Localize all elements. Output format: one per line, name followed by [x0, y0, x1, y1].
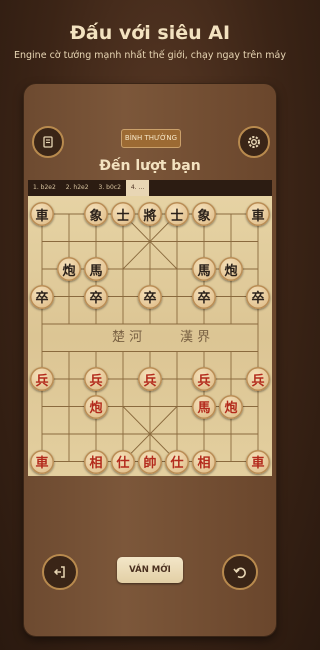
- exit-button[interactable]: [42, 554, 78, 590]
- piece-red[interactable]: 馬: [192, 394, 216, 419]
- xiangqi-board[interactable]: 楚 河 漢 界 車象士將士象車炮馬馬炮卒卒卒卒卒兵兵兵兵兵炮馬炮車相仕帥仕相車: [28, 196, 272, 476]
- piece-black[interactable]: 象: [192, 202, 216, 226]
- turn-indicator: Đến lượt bạn: [99, 158, 201, 174]
- notes-icon: [43, 136, 53, 148]
- gear-icon: [248, 136, 260, 148]
- piece-red[interactable]: 兵: [246, 367, 270, 391]
- piece-black[interactable]: 炮: [219, 257, 243, 281]
- piece-black[interactable]: 車: [30, 202, 54, 226]
- undo-icon: [233, 567, 246, 579]
- piece-black[interactable]: 卒: [30, 284, 54, 309]
- move-item[interactable]: 1. b2e2: [28, 180, 61, 196]
- piece-red[interactable]: 兵: [84, 367, 108, 391]
- piece-red[interactable]: 仕: [165, 449, 189, 474]
- piece-black[interactable]: 馬: [192, 257, 216, 281]
- piece-black[interactable]: 馬: [84, 257, 108, 281]
- piece-red[interactable]: 車: [30, 449, 54, 474]
- notes-button[interactable]: [32, 126, 64, 158]
- river-label-right: 漢 界: [180, 330, 210, 345]
- piece-red[interactable]: 兵: [138, 367, 162, 391]
- difficulty-badge[interactable]: BÌNH THƯỜNG: [121, 129, 181, 148]
- piece-black[interactable]: 卒: [192, 284, 216, 309]
- exit-icon: [53, 566, 65, 578]
- piece-black[interactable]: 士: [111, 202, 135, 226]
- piece-red[interactable]: 炮: [219, 394, 243, 419]
- piece-black[interactable]: 卒: [138, 284, 162, 309]
- piece-black[interactable]: 卒: [246, 284, 270, 309]
- piece-red[interactable]: 炮: [84, 394, 108, 419]
- piece-red[interactable]: 帥: [138, 449, 162, 474]
- new-game-button[interactable]: VÁN MỚI: [117, 557, 183, 583]
- board-grid: 楚 河 漢 界: [41, 213, 259, 462]
- piece-black[interactable]: 士: [165, 202, 189, 226]
- move-history-bar[interactable]: 1. b2e2 2. h2e2 3. b0c2 4. ...: [28, 180, 272, 196]
- piece-black[interactable]: 象: [84, 202, 108, 226]
- piece-black[interactable]: 車: [246, 202, 270, 226]
- piece-red[interactable]: 兵: [192, 367, 216, 391]
- piece-red[interactable]: 車: [246, 449, 270, 474]
- undo-button[interactable]: [222, 554, 258, 590]
- piece-red[interactable]: 相: [84, 449, 108, 474]
- piece-red[interactable]: 仕: [111, 449, 135, 474]
- page-header-title: Đấu với siêu AI: [69, 22, 231, 44]
- page-header-subtitle: Engine cờ tướng mạnh nhất thế giới, chạy…: [13, 50, 286, 61]
- river-label-left: 楚 河: [112, 330, 142, 345]
- piece-red[interactable]: 兵: [30, 367, 54, 391]
- piece-black[interactable]: 卒: [84, 284, 108, 309]
- piece-black[interactable]: 炮: [57, 257, 81, 281]
- move-item[interactable]: 2. h2e2: [61, 180, 94, 196]
- piece-red[interactable]: 相: [192, 449, 216, 474]
- move-item[interactable]: 3. b0c2: [94, 180, 126, 196]
- piece-black[interactable]: 將: [138, 202, 162, 226]
- move-item[interactable]: 4. ...: [125, 180, 150, 196]
- settings-button[interactable]: [238, 126, 270, 158]
